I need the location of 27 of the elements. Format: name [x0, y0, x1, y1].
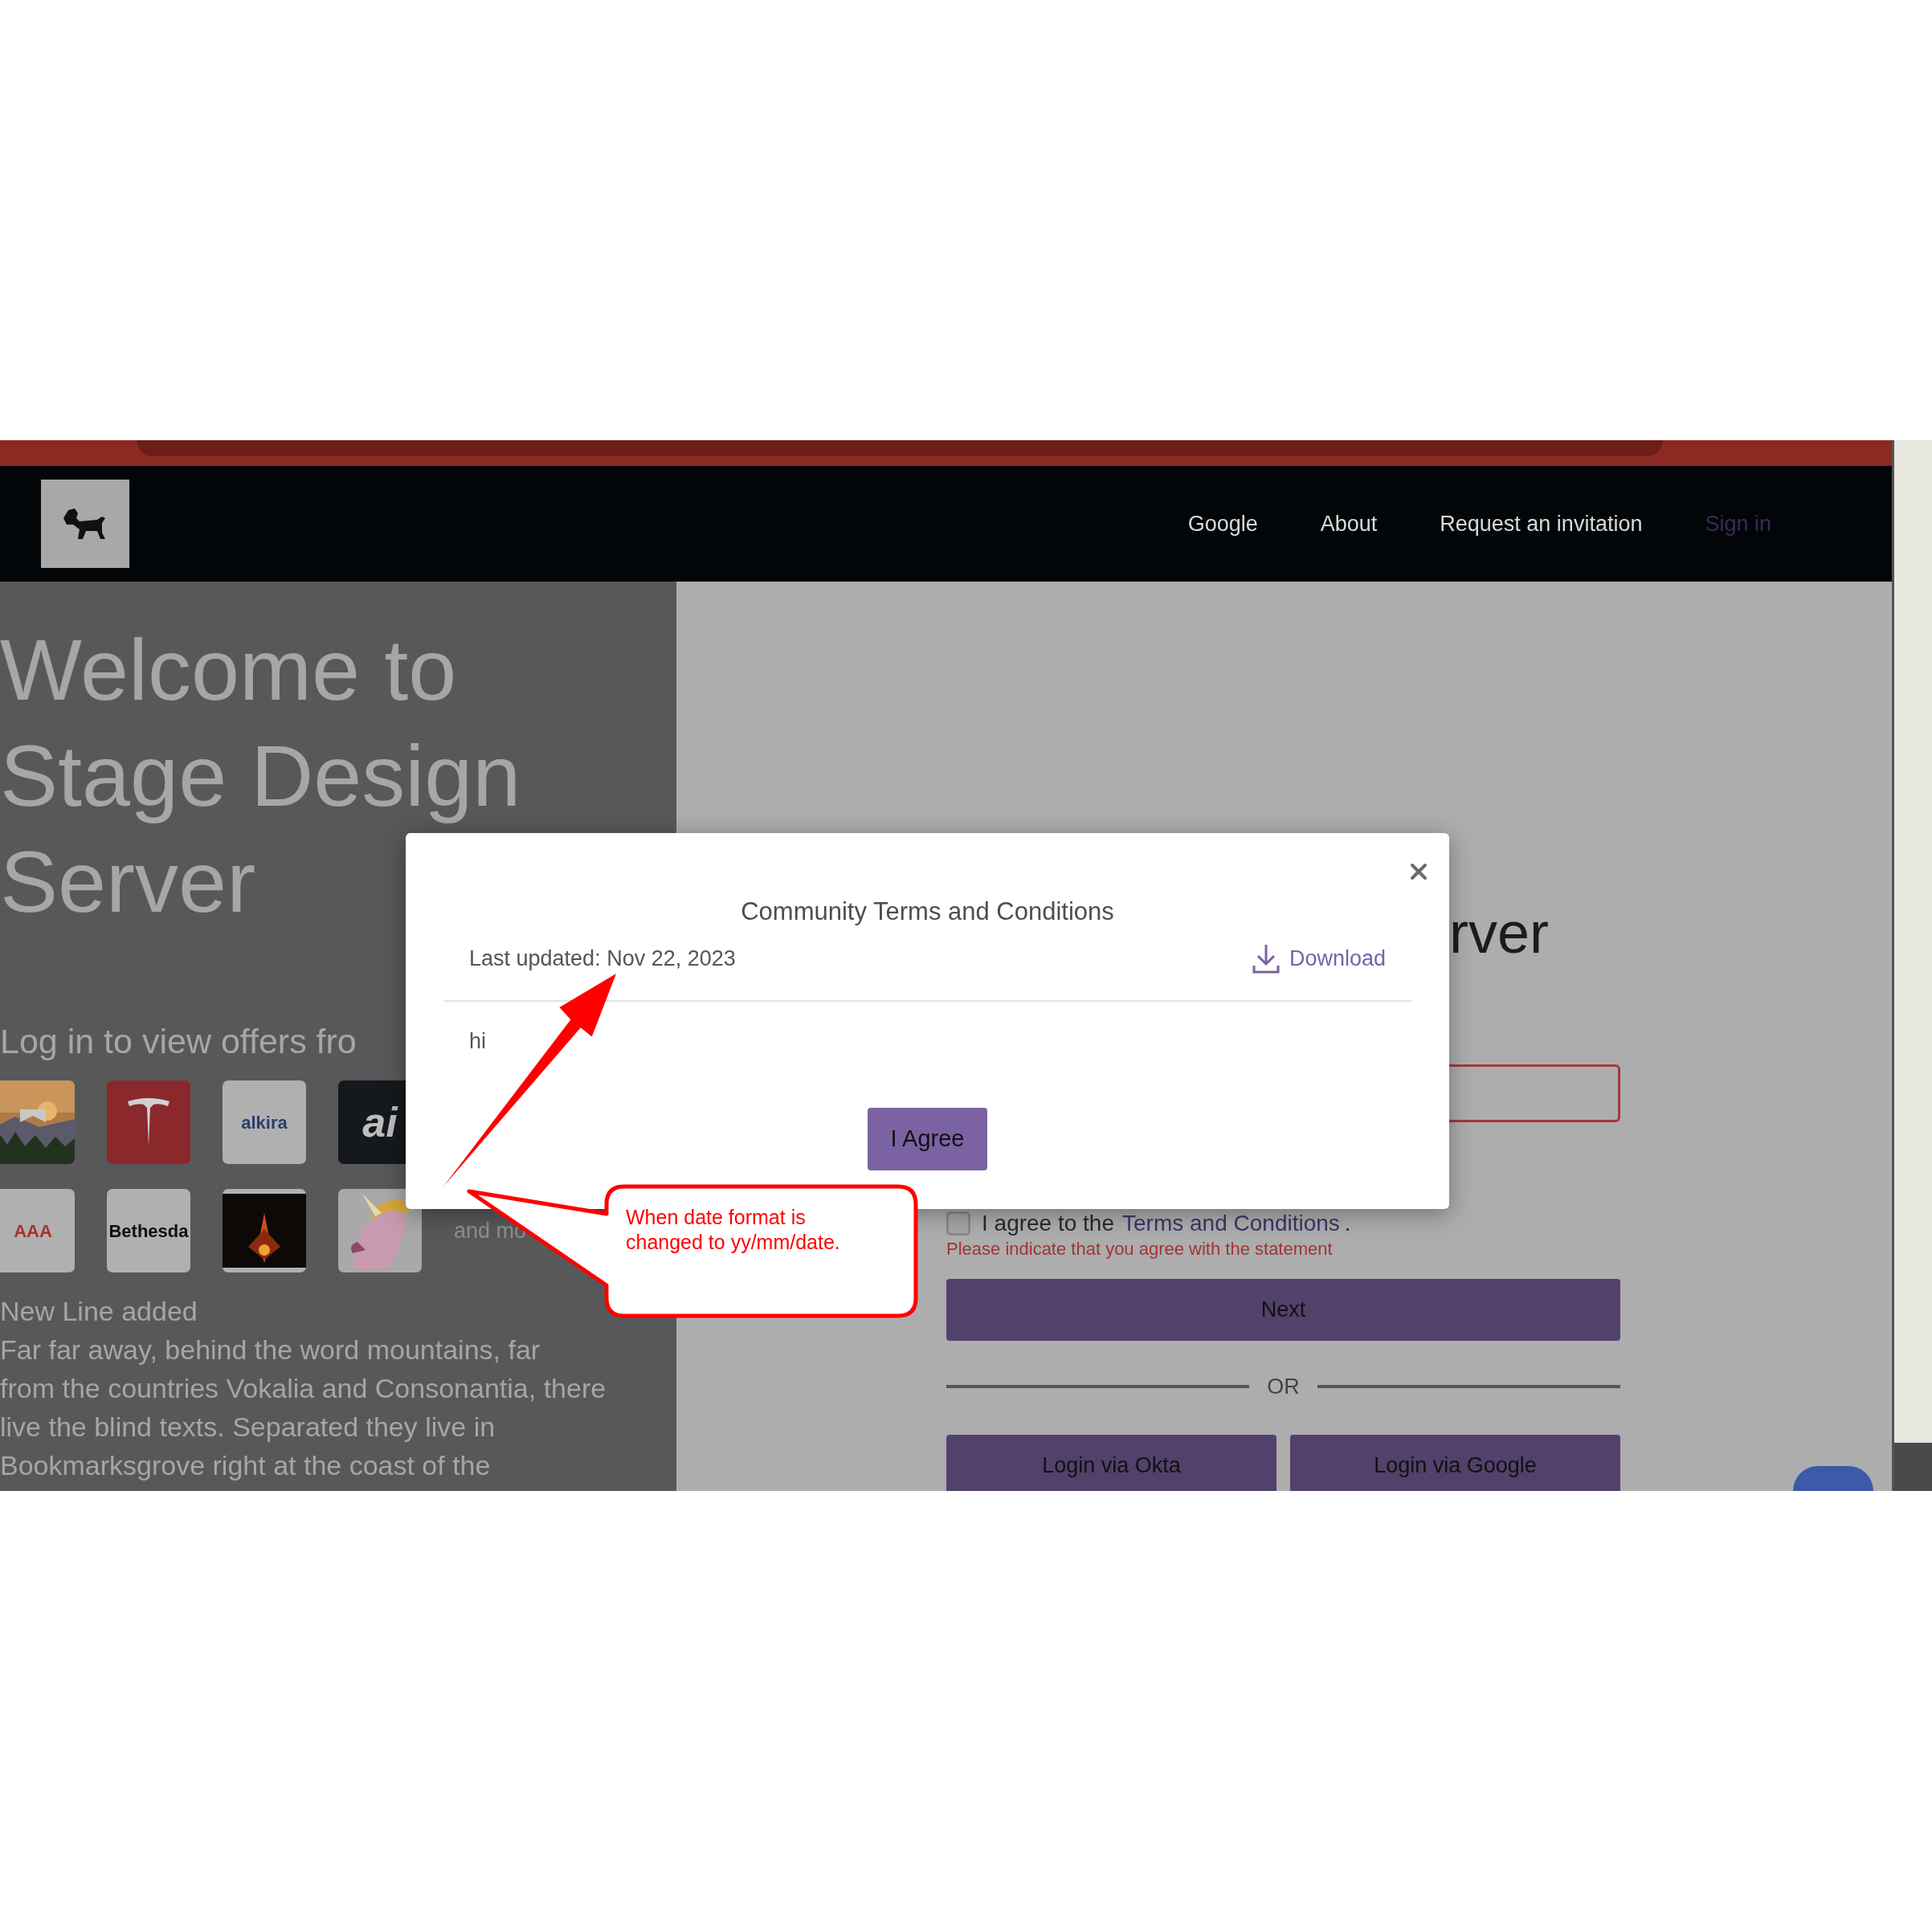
paragraph: Far far away, behind the word mountains, far from the countries Vokalia and Consonantia, there live the blind texts. Separated they live in Bookmarksgrove right at the coast of the: [0, 1334, 607, 1482]
logo-text: ai: [362, 1098, 398, 1147]
logo-text: AAA: [14, 1219, 52, 1243]
page-subtitle: Log in to view offers fro: [0, 1021, 357, 1062]
form-heading: rver: [1449, 900, 1549, 966]
nav-link[interactable]: About: [1320, 507, 1378, 541]
callout-text: When date format is changed to yy/mm/date.: [626, 1205, 841, 1255]
logo[interactable]: [41, 480, 129, 568]
logo-text: alkira: [241, 1111, 288, 1134]
error-message: Please indicate that you agree with the statement: [946, 1238, 1334, 1260]
download-icon: [1252, 943, 1280, 974]
note-text: New Line added: [0, 1295, 198, 1328]
agree-button[interactable]: I Agree: [868, 1108, 987, 1170]
agree-label-end: .: [1344, 1210, 1351, 1237]
download-link[interactable]: Download: [1252, 941, 1386, 975]
nav-link[interactable]: Google: [1187, 507, 1258, 541]
agree-label: I agree to the: [982, 1210, 1114, 1237]
logo-text: Bethesda: [108, 1219, 189, 1243]
nav-link[interactable]: Request an invitation: [1440, 507, 1643, 541]
close-icon: [1410, 863, 1428, 880]
checkbox[interactable]: [946, 1211, 970, 1236]
divider-text: OR: [1267, 1373, 1300, 1400]
page-heading: Welcome to Stage Design Server: [0, 620, 522, 932]
dialog-body-text: hi: [468, 1028, 487, 1055]
dialog-title: Community Terms and Conditions: [740, 897, 1115, 927]
last-updated-text: Last updated: Nov 22, 2023: [469, 945, 736, 972]
terms-link[interactable]: Terms and Conditions: [1122, 1207, 1340, 1240]
